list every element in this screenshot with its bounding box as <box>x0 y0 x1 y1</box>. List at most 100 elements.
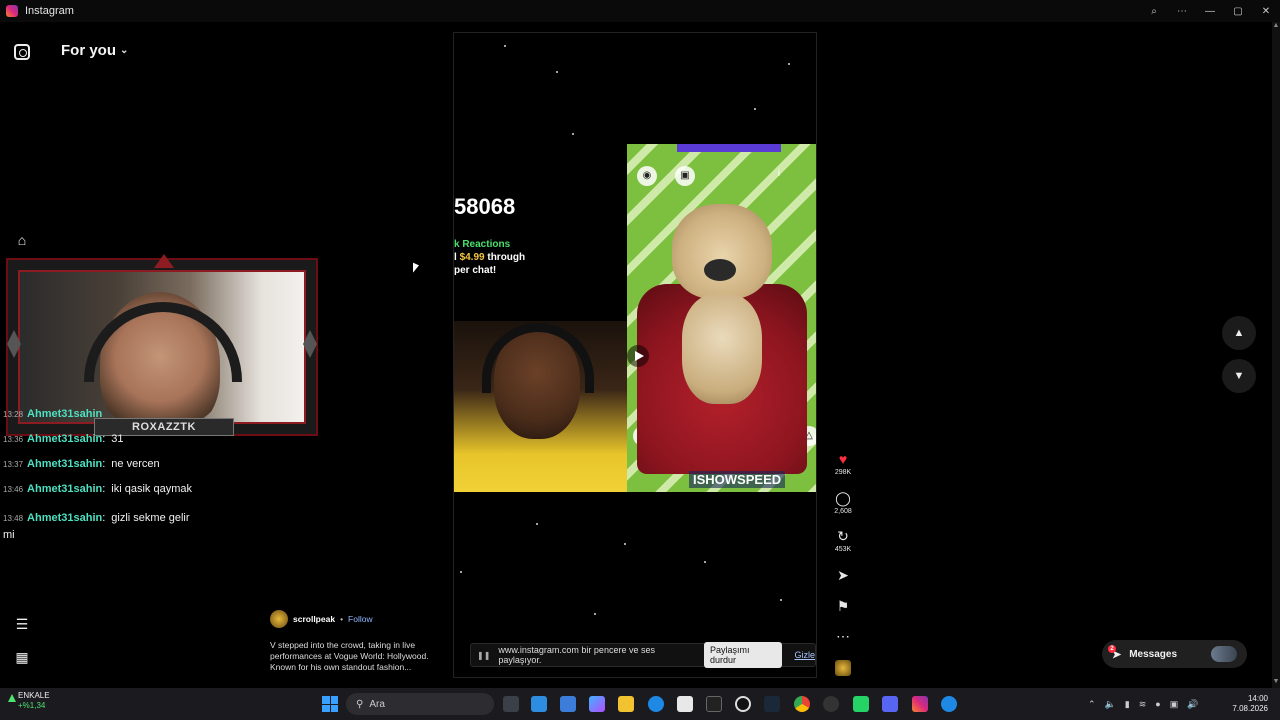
zoom-icon[interactable]: ⌕ <box>1140 0 1168 22</box>
pause-icon: ❚❚ <box>477 650 491 660</box>
play-icon[interactable] <box>627 345 649 367</box>
maximize-button[interactable]: ▢ <box>1224 0 1252 22</box>
more-options-icon[interactable]: ⋯ <box>1168 0 1196 22</box>
chat-time: 13:28 <box>3 410 24 419</box>
chat-message: 13:37 Ahmet31sahin: ne vercen <box>3 458 160 470</box>
store-icon[interactable] <box>677 696 693 712</box>
info-icon: i <box>777 168 781 179</box>
frame-ornament-top <box>154 254 174 268</box>
close-button[interactable]: ✕ <box>1252 0 1280 22</box>
chat-time: 13:37 <box>3 460 24 469</box>
post-caption: scrollpeak • Follow V stepped into the c… <box>270 610 446 673</box>
menu-icon[interactable]: ☰ <box>14 616 30 632</box>
search-placeholder: Ara <box>369 698 385 710</box>
bookmark-icon: ⚑ <box>836 598 850 614</box>
taskbar-search[interactable]: ⚲ Ara <box>346 693 494 715</box>
chat-time: 13:46 <box>3 485 24 494</box>
price-value: $4.99 <box>459 252 485 263</box>
file-explorer-icon[interactable] <box>618 696 634 712</box>
game-top-bar <box>677 144 781 152</box>
edge-icon[interactable] <box>648 696 664 712</box>
author-avatar[interactable] <box>270 610 288 628</box>
opera-gx-icon[interactable] <box>823 696 839 712</box>
star <box>556 71 558 73</box>
next-reel-button[interactable]: ▼ <box>1222 359 1256 393</box>
messages-button[interactable]: ➤ 2 Messages <box>1102 640 1247 668</box>
volume-icon[interactable]: 🔊 <box>1187 699 1198 710</box>
task-view-icon[interactable] <box>503 696 519 712</box>
network-icon[interactable]: ≋ <box>1139 699 1147 710</box>
trend-up-icon <box>8 694 16 702</box>
chat-user: Ahmet31sahin <box>27 433 103 445</box>
star <box>594 613 596 615</box>
send-icon: ➤ <box>837 567 849 583</box>
talking-ben-game: ◉ ▣ i ◎ △ ISHOWSPEED <box>627 144 816 492</box>
whatsapp-icon[interactable] <box>853 696 869 712</box>
epic-games-icon[interactable] <box>706 696 722 712</box>
more-icon: ⋯ <box>836 628 850 644</box>
minimize-button[interactable]: — <box>1196 0 1224 22</box>
share-button[interactable]: ➤ <box>828 567 858 585</box>
save-button[interactable]: ⚑ <box>828 598 858 616</box>
copilot-icon[interactable] <box>589 696 605 712</box>
instagram-logo-icon[interactable] <box>14 44 30 60</box>
stop-sharing-button[interactable]: Paylaşımı durdur <box>703 642 783 668</box>
home-icon[interactable]: ⌂ <box>14 232 30 248</box>
reactions-label: k Reactions <box>454 239 511 250</box>
instagram-app-icon <box>6 5 18 17</box>
talking-ben-dog <box>667 204 777 424</box>
apps-icon[interactable]: ▦ <box>14 649 30 665</box>
reel-video[interactable]: 58068 k Reactions l $4.99 through per ch… <box>453 32 817 678</box>
obs-icon[interactable] <box>735 696 751 712</box>
instagram-taskbar-icon[interactable] <box>912 696 928 712</box>
dog-nose <box>704 259 736 281</box>
chat-user: Ahmet31sahin <box>27 483 103 495</box>
start-button[interactable] <box>322 696 338 712</box>
chat-text: iki qasik qaymak <box>111 483 192 495</box>
scroll-up-icon[interactable]: ▲ <box>1272 22 1280 32</box>
webcam-feed <box>18 270 306 436</box>
follow-button[interactable]: Follow <box>348 614 373 625</box>
steam-icon[interactable] <box>764 696 780 712</box>
feed-selector[interactable]: For you ⌄ <box>61 42 128 59</box>
scroll-down-icon[interactable]: ▼ <box>1272 678 1280 688</box>
widgets-icon[interactable] <box>531 696 547 712</box>
clock-date: 7.08.2026 <box>1232 704 1268 713</box>
discord-icon[interactable] <box>882 696 898 712</box>
stock-widget[interactable]: ENKALE +%1,34 <box>8 691 50 711</box>
chat-message: 13:28 Ahmet31sahin <box>3 406 203 423</box>
more-options-button[interactable]: ⋯ <box>828 628 858 646</box>
previous-reel-button[interactable]: ▲ <box>1222 316 1256 350</box>
chat-text: 31 <box>111 433 124 445</box>
viewer-counter: 58068 <box>454 194 516 219</box>
microphone-icon[interactable]: ● <box>1155 699 1160 709</box>
chat-time: 13:36 <box>3 435 24 444</box>
comment-button[interactable]: ◯ 2,608 <box>828 490 858 515</box>
window-controls: ⌕ ⋯ — ▢ ✕ <box>1140 0 1280 22</box>
chat-user: Ahmet31sahin <box>27 408 103 420</box>
repost-button[interactable]: ↻ 453K <box>828 528 858 553</box>
comment-count: 2,608 <box>834 508 852 515</box>
display-icon[interactable]: ▣ <box>1170 699 1179 710</box>
star <box>572 133 574 135</box>
audio-button[interactable] <box>828 660 858 678</box>
scrollbar[interactable]: ▲ ▼ <box>1272 22 1280 688</box>
edge-dev-icon[interactable] <box>941 696 957 712</box>
chevron-up-icon[interactable]: ⌃ <box>1088 699 1096 710</box>
chrome-icon[interactable] <box>794 696 810 712</box>
hide-button[interactable]: Gizle <box>794 650 815 660</box>
caption-text[interactable]: V stepped into the crowd, taking in live… <box>270 640 446 673</box>
window-title: Instagram <box>25 5 74 17</box>
usb-icon[interactable]: ▮ <box>1125 699 1130 710</box>
title-bar: Instagram ⌕ ⋯ — ▢ ✕ <box>0 0 1280 22</box>
speaker-icon[interactable]: 🔈 <box>1105 699 1116 710</box>
system-tray: ⌃ 🔈 ▮ ≋ ● ▣ 🔊 <box>1088 688 1198 720</box>
photos-icon[interactable] <box>560 696 576 712</box>
chat-user: Ahmet31sahin <box>27 512 103 524</box>
audio-thumbnail-icon <box>835 660 851 676</box>
author-username[interactable]: scrollpeak <box>293 614 335 625</box>
post-author-row: scrollpeak • Follow <box>270 610 446 628</box>
clock[interactable]: 14:00 7.08.2026 <box>1232 694 1268 714</box>
like-button[interactable]: ♥ 298K <box>828 451 858 476</box>
headset <box>84 302 242 382</box>
